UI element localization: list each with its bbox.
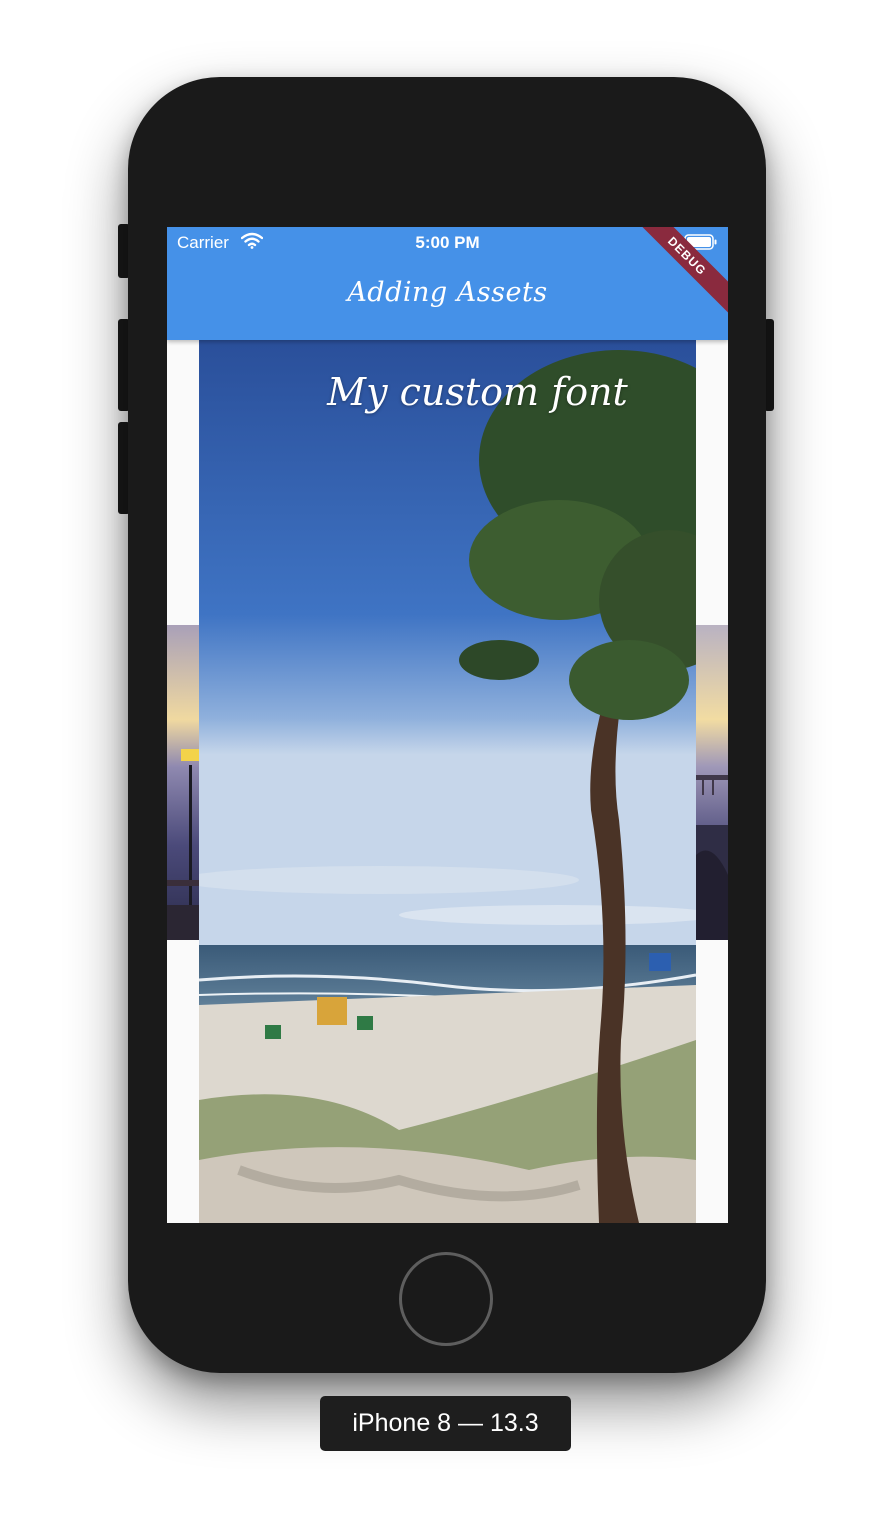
app-bar: Carrier 5:00 PM Adding Assets DEBUG — [167, 227, 728, 340]
carousel-image-previous[interactable] — [167, 625, 199, 940]
carousel-image-current[interactable]: My custom font — [199, 340, 696, 1223]
app-bar-title: Adding Assets — [347, 277, 548, 308]
status-bar: Carrier 5:00 PM — [167, 227, 728, 257]
custom-font-text: My custom font — [327, 370, 628, 414]
device-screen: Carrier 5:00 PM Adding Assets DEBUG My c… — [167, 227, 728, 1223]
home-button[interactable] — [399, 1252, 493, 1346]
status-time: 5:00 PM — [415, 233, 480, 252]
beach-photo — [199, 340, 696, 1223]
device-label: iPhone 8 — 13.3 — [320, 1396, 571, 1451]
carousel-image-next[interactable] — [696, 625, 728, 940]
